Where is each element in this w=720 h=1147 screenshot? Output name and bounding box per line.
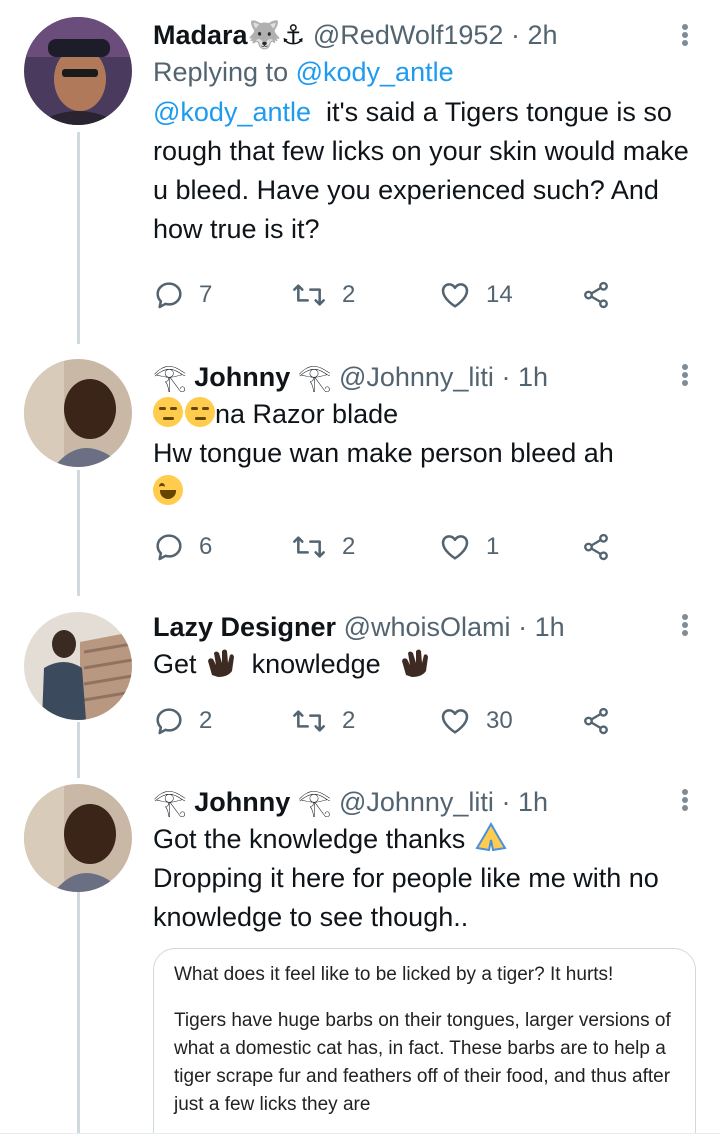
bottom-edge-divider [0,1133,720,1147]
tweet-text-word: knowledge [251,649,381,679]
avatar[interactable] [24,784,132,892]
like-count: 30 [486,707,513,734]
display-name[interactable]: Johnny [194,362,290,392]
share-button[interactable] [581,279,611,311]
separator-dot: · [501,362,511,392]
reply-button[interactable]: 7 [153,279,212,311]
share-icon [581,531,611,563]
avatar[interactable] [24,359,132,467]
tweet-line-1: Got the knowledge thanks [153,820,696,859]
name-prefix-glyph: 𓂀 [153,787,195,817]
tweet-text-line: na Razor blade [215,399,399,429]
display-name[interactable]: Madara [153,20,248,50]
tweet-header: Lazy Designer @whoisOlami · 1h [153,609,696,645]
tweet-text-line: Dropping it here for people like me with… [153,863,659,932]
tweet-text: Got the knowledge thanks Dropping it her… [153,820,696,937]
reply-button[interactable]: 2 [153,705,212,737]
clapping-hands-icon [208,649,235,677]
like-count: 14 [486,281,513,308]
like-icon [438,705,472,737]
retweet-count: 2 [342,281,356,308]
handle[interactable]: @RedWolf1952 [313,20,504,50]
share-icon [581,705,611,737]
mention-link[interactable]: @kody_antle [153,97,311,127]
like-icon [438,531,472,563]
like-icon [438,279,472,311]
tweet-actions: 7 2 14 [153,279,623,313]
unamused-emoji-icon [185,397,215,427]
more-icon[interactable] [680,787,690,813]
avatar[interactable] [24,17,132,125]
like-button[interactable]: 30 [438,705,513,737]
separator-dot: · [518,612,528,642]
share-button[interactable] [581,531,611,563]
retweet-count: 2 [342,707,356,734]
reply-mention-link[interactable]: @kody_antle [296,57,454,87]
reply-count: 6 [199,533,213,560]
name-prefix-glyph: 𓂀 [153,362,195,392]
timestamp[interactable]: 2h [527,20,557,50]
tweet-actions: 2 2 30 [153,705,623,739]
tweet-header: 𓂀 Johnny 𓂀 @Johnny_liti · 1h [153,784,696,820]
tweet-header: 𓂀 Johnny 𓂀 @Johnny_liti · 1h [153,359,696,395]
retweet-count: 2 [342,533,356,560]
tweet-johnny-1[interactable]: 𓂀 Johnny 𓂀 @Johnny_liti · 1h na Razor bl… [0,345,720,590]
tweet-text: @kody_antle it's said a Tigers tongue is… [153,93,696,249]
handle[interactable]: @Johnny_liti [339,787,494,817]
name-suffix-glyph: 𓂀 [290,787,332,817]
clapping-hands-icon [402,649,429,677]
share-button[interactable] [581,705,611,737]
name-suffix-glyph: 𓂀 [290,362,332,392]
tweet-header: Madara🐺⚓ @RedWolf1952 · 2h [153,17,696,53]
retweet-button[interactable]: 2 [290,705,355,737]
like-button[interactable]: 1 [438,531,499,563]
separator-dot: · [510,20,520,50]
reply-icon [153,279,185,311]
timestamp[interactable]: 1h [518,787,548,817]
retweet-icon [290,705,328,737]
quote-body: Tigers have huge barbs on their tongues,… [174,1010,671,1115]
share-icon [581,279,611,311]
name-emoji: 🐺⚓ [247,20,306,50]
avatar[interactable] [24,612,132,720]
display-name[interactable]: Lazy Designer [153,612,336,642]
more-icon[interactable] [680,612,690,638]
quoted-content-card[interactable]: What does it feel like to be licked by a… [153,948,696,1147]
reply-count: 2 [199,707,213,734]
tweet-actions: 6 2 1 [153,531,623,565]
folded-hands-icon [475,822,507,852]
tweet-line-3 [153,473,696,512]
retweet-button[interactable]: 2 [290,279,355,311]
tweet-madara[interactable]: Madara🐺⚓ @RedWolf1952 · 2h Replying to @… [0,0,720,340]
reply-icon [153,531,185,563]
display-name[interactable]: Johnny [194,787,290,817]
more-icon[interactable] [680,22,690,48]
like-count: 1 [486,533,500,560]
retweet-icon [290,279,328,311]
unamused-emoji-icon [153,397,183,427]
reply-icon [153,705,185,737]
more-icon[interactable] [680,362,690,388]
like-button[interactable]: 14 [438,279,513,311]
laughing-emoji-icon [153,475,183,505]
retweet-button[interactable]: 2 [290,531,355,563]
handle[interactable]: @Johnny_liti [339,362,494,392]
separator-dot: · [501,787,511,817]
replying-to: Replying to @kody_antle [153,53,696,91]
tweet-text: Get knowledge [153,645,696,684]
retweet-icon [290,531,328,563]
reply-count: 7 [199,281,213,308]
tweet-lazy-designer[interactable]: Lazy Designer @whoisOlami · 1h Get knowl… [0,600,720,760]
tweet-text: na Razor blade Hw tongue wan make person… [153,395,696,512]
handle[interactable]: @whoisOlami [344,612,511,642]
tweet-text-word: Get [153,649,197,679]
quote-title: What does it feel like to be licked by a… [174,964,614,985]
replying-label: Replying to [153,57,296,87]
tweet-text-line: Hw tongue wan make person bleed ah [153,438,614,468]
tweet-line-1: na Razor blade [153,395,696,434]
tweet-text-line: Got the knowledge thanks [153,824,466,854]
timestamp[interactable]: 1h [535,612,565,642]
timestamp[interactable]: 1h [518,362,548,392]
reply-button[interactable]: 6 [153,531,212,563]
